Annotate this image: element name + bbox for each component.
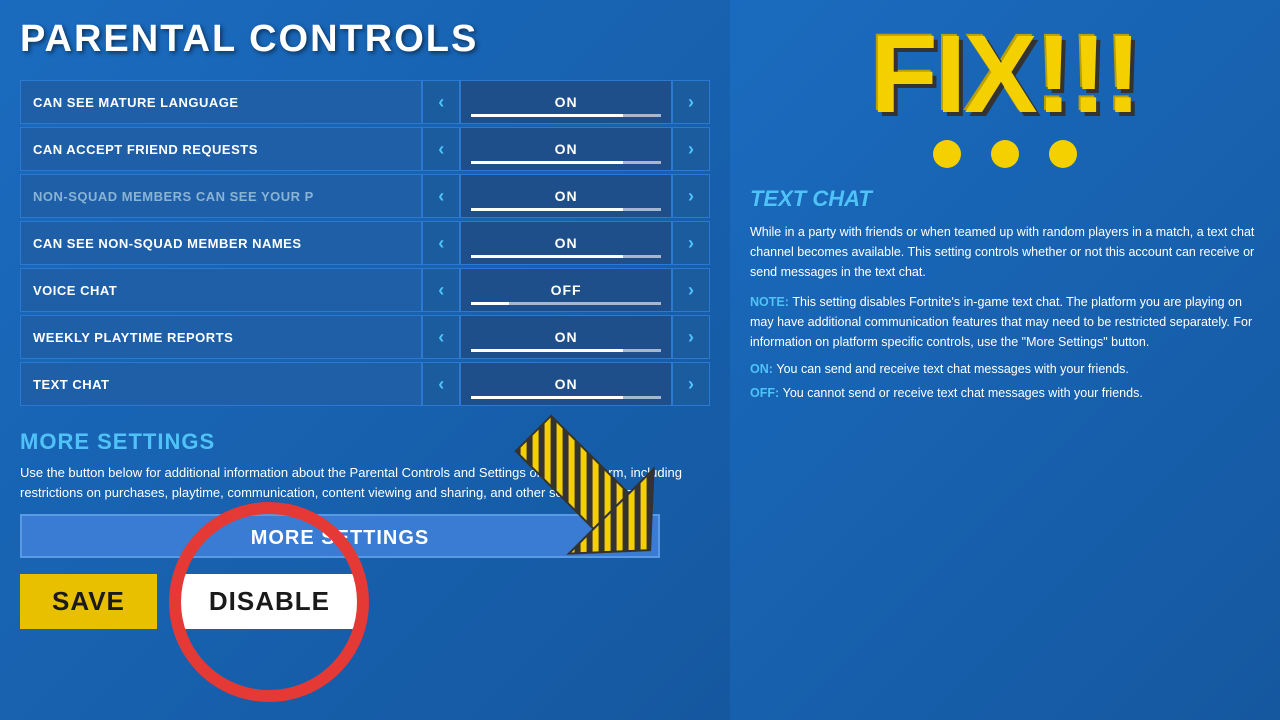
arrow-right-4[interactable]: › [672,268,710,312]
setting-label-5: WEEKLY PLAYTIME REPORTS [20,315,422,359]
setting-row: NON-SQUAD MEMBERS CAN SEE YOUR P‹ ON › [20,174,710,218]
off-label: OFF: [750,386,783,400]
slider-bar-6 [471,396,661,399]
dot-2 [991,140,1019,168]
setting-row: CAN SEE MATURE LANGUAGE‹ ON › [20,80,710,124]
slider-bar-3 [471,255,661,258]
setting-row: CAN SEE NON-SQUAD MEMBER NAMES‹ ON › [20,221,710,265]
slider-fill-6 [471,396,623,399]
more-settings-button[interactable]: MORE SETTINGS [20,514,660,558]
setting-value-cell-3: ON [460,221,672,265]
description-text: While in a party with friends or when te… [750,222,1260,282]
setting-label-6: TEXT CHAT [20,362,422,406]
on-info: ON: You can send and receive text chat m… [750,360,1260,378]
setting-row: CAN ACCEPT FRIEND REQUESTS‹ ON › [20,127,710,171]
fix-title: FIX!!! [750,20,1260,130]
page-title: PARENTAL CONTROLS [20,18,710,61]
slider-fill-0 [471,114,623,117]
off-info: OFF: You cannot send or receive text cha… [750,384,1260,402]
on-label: ON: [750,362,776,376]
slider-bar-0 [471,114,661,117]
save-button[interactable]: SAVE [20,574,157,629]
buttons-row: SAVE DISABLE [20,574,710,629]
slider-fill-3 [471,255,623,258]
setting-label-0: CAN SEE MATURE LANGUAGE [20,80,422,124]
slider-fill-5 [471,349,623,352]
arrow-left-2[interactable]: ‹ [422,174,460,218]
slider-bar-5 [471,349,661,352]
slider-fill-1 [471,161,623,164]
setting-value-cell-2: ON [460,174,672,218]
more-settings-text: Use the button below for additional info… [20,463,710,502]
setting-row: TEXT CHAT‹ ON › [20,362,710,406]
arrow-left-3[interactable]: ‹ [422,221,460,265]
more-settings-title: MORE SETTINGS [20,429,710,455]
arrow-left-5[interactable]: ‹ [422,315,460,359]
setting-value-0: ON [555,94,578,110]
left-panel: PARENTAL CONTROLS CAN SEE MATURE LANGUAG… [0,0,730,720]
setting-value-1: ON [555,141,578,157]
arrow-left-4[interactable]: ‹ [422,268,460,312]
setting-label-4: VOICE CHAT [20,268,422,312]
arrow-left-1[interactable]: ‹ [422,127,460,171]
setting-value-cell-1: ON [460,127,672,171]
setting-value-5: ON [555,329,578,345]
note-body: This setting disables Fortnite's in-game… [750,295,1252,349]
setting-label-1: CAN ACCEPT FRIEND REQUESTS [20,127,422,171]
setting-label-2: NON-SQUAD MEMBERS CAN SEE YOUR P [20,174,422,218]
arrow-right-2[interactable]: › [672,174,710,218]
text-chat-title: TEXT CHAT [750,186,1260,212]
dot-1 [933,140,961,168]
slider-bar-1 [471,161,661,164]
setting-value-6: ON [555,376,578,392]
setting-value-cell-6: ON [460,362,672,406]
arrow-right-5[interactable]: › [672,315,710,359]
setting-value-cell-5: ON [460,315,672,359]
dot-3 [1049,140,1077,168]
slider-fill-2 [471,208,623,211]
setting-value-cell-0: ON [460,80,672,124]
setting-value-2: ON [555,188,578,204]
setting-label-3: CAN SEE NON-SQUAD MEMBER NAMES [20,221,422,265]
arrow-left-6[interactable]: ‹ [422,362,460,406]
setting-value-3: ON [555,235,578,251]
setting-row: VOICE CHAT‹ OFF › [20,268,710,312]
arrow-right-1[interactable]: › [672,127,710,171]
slider-fill-4 [471,302,509,305]
setting-value-cell-4: OFF [460,268,672,312]
slider-bar-2 [471,208,661,211]
note-text: NOTE: This setting disables Fortnite's i… [750,292,1260,352]
off-description: You cannot send or receive text chat mes… [783,386,1143,400]
note-label: NOTE: [750,295,792,309]
settings-table: CAN SEE MATURE LANGUAGE‹ON›CAN ACCEPT FR… [20,77,710,409]
setting-value-4: OFF [551,282,582,298]
right-panel: FIX!!! TEXT CHAT While in a party with f… [730,0,1280,720]
arrow-right-6[interactable]: › [672,362,710,406]
setting-row: WEEKLY PLAYTIME REPORTS‹ ON › [20,315,710,359]
arrow-right-0[interactable]: › [672,80,710,124]
arrow-right-3[interactable]: › [672,221,710,265]
arrow-left-0[interactable]: ‹ [422,80,460,124]
slider-bar-4 [471,302,661,305]
on-description: You can send and receive text chat messa… [776,362,1129,376]
disable-button[interactable]: DISABLE [177,574,362,629]
